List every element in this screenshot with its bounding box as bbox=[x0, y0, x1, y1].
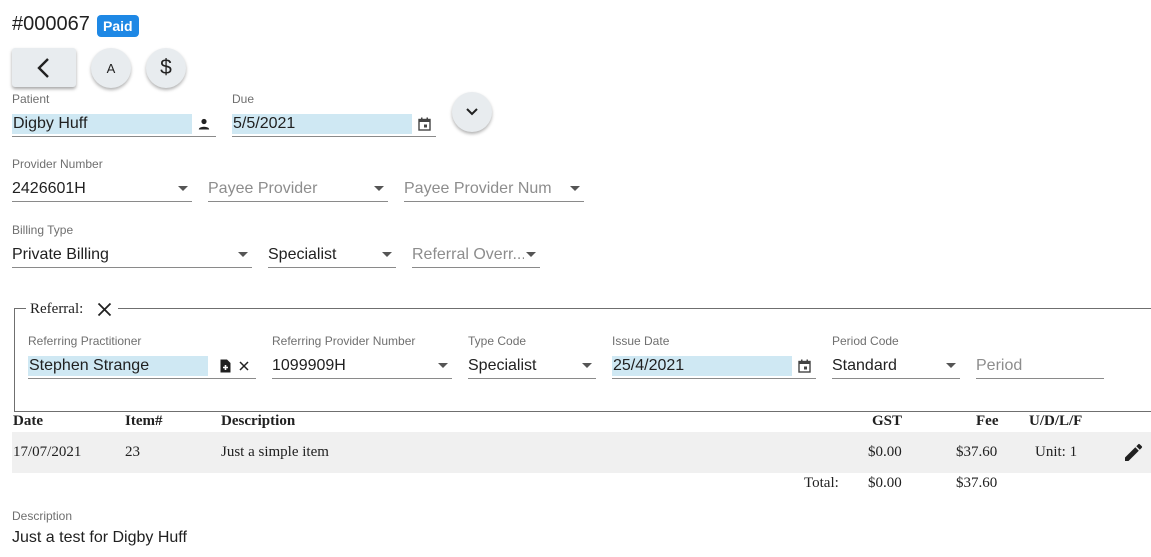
referring-practitioner-field[interactable]: Stephen Strange bbox=[28, 353, 256, 379]
close-icon[interactable] bbox=[97, 302, 112, 317]
period-code-label: Period Code bbox=[832, 334, 899, 348]
referral-legend-text: Referral: bbox=[30, 300, 84, 317]
referring-provider-number-select[interactable]: 1099909H bbox=[272, 353, 452, 379]
dropdown-arrow-icon bbox=[438, 363, 448, 368]
issue-date-field[interactable]: 25/4/2021 bbox=[612, 353, 816, 379]
patient-label: Patient bbox=[12, 92, 50, 106]
payee-provider-num-placeholder: Payee Provider Num bbox=[404, 179, 552, 197]
due-date-field[interactable]: 5/5/2021 bbox=[232, 111, 436, 137]
billing-type-value: Private Billing bbox=[12, 245, 109, 263]
period-input[interactable]: Period bbox=[976, 353, 1104, 379]
invoice-number: #000067 bbox=[12, 13, 90, 35]
row-description: Just a simple item bbox=[221, 444, 329, 460]
patient-value: Digby Huff bbox=[12, 113, 192, 134]
a-button[interactable]: A bbox=[91, 48, 131, 88]
column-header-gst: GST bbox=[872, 413, 903, 429]
provider-number-value: 2426601H bbox=[12, 179, 86, 197]
calendar-icon[interactable] bbox=[418, 117, 431, 131]
status-badge: Paid bbox=[97, 15, 139, 37]
referral-override-placeholder: Referral Overr... bbox=[412, 245, 524, 263]
issue-date-value: 25/4/2021 bbox=[612, 355, 792, 376]
chevron-down-icon bbox=[466, 108, 478, 116]
row-gst: $0.00 bbox=[868, 444, 902, 460]
provider-number-label: Provider Number bbox=[12, 157, 103, 171]
referring-provider-number-label: Referring Provider Number bbox=[272, 334, 416, 348]
row-udlf: Unit: 1 bbox=[1035, 444, 1078, 460]
period-code-select[interactable]: Standard bbox=[832, 353, 960, 379]
total-fee: $37.60 bbox=[956, 475, 998, 491]
referring-practitioner-label: Referring Practitioner bbox=[28, 334, 142, 348]
referral-legend: Referral: bbox=[26, 298, 119, 320]
column-header-description: Description bbox=[221, 413, 296, 429]
dropdown-arrow-icon bbox=[178, 186, 188, 191]
add-file-icon[interactable] bbox=[220, 359, 231, 373]
dropdown-arrow-icon bbox=[582, 363, 592, 368]
period-code-value: Standard bbox=[832, 356, 897, 374]
type-code-select[interactable]: Specialist bbox=[468, 353, 596, 379]
billing-type-label: Billing Type bbox=[12, 223, 74, 237]
payee-provider-placeholder: Payee Provider bbox=[208, 179, 318, 197]
type-code-value: Specialist bbox=[468, 356, 537, 374]
column-header-fee: Fee bbox=[976, 413, 999, 429]
total-gst: $0.00 bbox=[868, 475, 902, 491]
type-code-label: Type Code bbox=[468, 334, 527, 348]
dropdown-arrow-icon bbox=[382, 252, 392, 257]
edit-icon[interactable] bbox=[1124, 443, 1143, 462]
provider-number-select[interactable]: 2426601H bbox=[12, 176, 192, 202]
patient-field[interactable]: Digby Huff bbox=[12, 111, 216, 137]
expand-button[interactable] bbox=[452, 92, 492, 132]
payee-provider-select[interactable]: Payee Provider bbox=[208, 176, 388, 202]
billing-type-select[interactable]: Private Billing bbox=[12, 242, 252, 268]
dropdown-arrow-icon bbox=[374, 186, 384, 191]
column-header-udlf: U/D/L/F bbox=[1029, 413, 1083, 429]
referring-provider-number-value: 1099909H bbox=[272, 356, 346, 374]
dropdown-arrow-icon bbox=[570, 186, 580, 191]
description-value: Just a test for Digby Huff bbox=[12, 529, 187, 546]
chevron-left-icon bbox=[37, 57, 49, 78]
due-label: Due bbox=[232, 92, 255, 106]
column-header-date: Date bbox=[13, 413, 43, 429]
calendar-icon[interactable] bbox=[798, 359, 811, 373]
back-button[interactable] bbox=[12, 48, 76, 87]
referral-override-select[interactable]: Referral Overr... bbox=[412, 242, 540, 268]
due-value: 5/5/2021 bbox=[232, 113, 412, 134]
period-placeholder: Period bbox=[976, 356, 1023, 374]
payment-button[interactable]: $ bbox=[146, 48, 186, 88]
row-date: 17/07/2021 bbox=[13, 444, 82, 460]
clear-icon[interactable] bbox=[239, 360, 249, 371]
person-icon[interactable] bbox=[198, 118, 210, 130]
dropdown-arrow-icon bbox=[946, 363, 956, 368]
row-fee: $37.60 bbox=[956, 444, 998, 460]
dropdown-arrow-icon bbox=[526, 252, 536, 257]
row-item-number: 23 bbox=[125, 444, 140, 460]
payee-provider-num-select[interactable]: Payee Provider Num bbox=[404, 176, 584, 202]
description-label: Description bbox=[12, 509, 73, 523]
column-header-item: Item# bbox=[125, 413, 163, 429]
referring-practitioner-value: Stephen Strange bbox=[28, 355, 208, 376]
specialty-select[interactable]: Specialist bbox=[268, 242, 396, 268]
specialty-value: Specialist bbox=[268, 245, 337, 263]
total-label: Total: bbox=[804, 475, 839, 491]
issue-date-label: Issue Date bbox=[612, 334, 670, 348]
dropdown-arrow-icon bbox=[238, 252, 248, 257]
